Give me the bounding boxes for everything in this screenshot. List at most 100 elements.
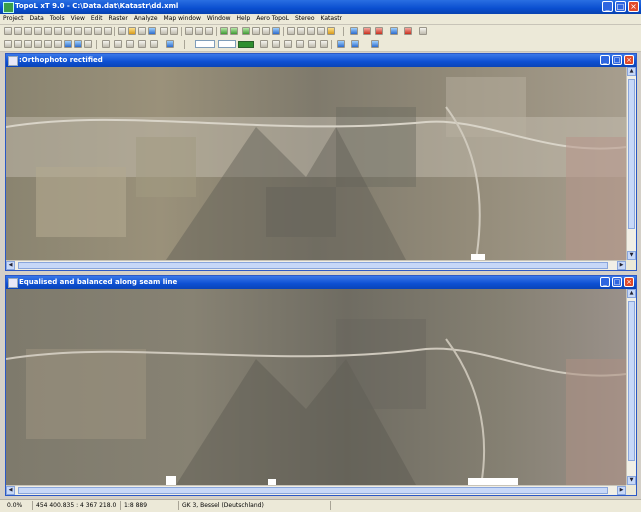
orthophoto-horizontal-scrollbar[interactable]: ◀ ▶ — [6, 260, 626, 270]
filter-icon[interactable] — [262, 27, 270, 35]
zoom-tool-icon[interactable] — [371, 40, 379, 48]
measure-icon[interactable] — [84, 27, 92, 35]
scroll-right-icon[interactable]: ▶ — [617, 486, 626, 495]
raster-tool-icon[interactable] — [220, 27, 228, 35]
mosaic-icon[interactable] — [242, 27, 250, 35]
undo-icon[interactable] — [44, 27, 52, 35]
cut-icon[interactable] — [14, 27, 22, 35]
rotate-icon[interactable] — [230, 27, 238, 35]
menu-project[interactable]: Project — [0, 14, 27, 24]
menu-window[interactable]: Window — [204, 14, 234, 24]
menu-view[interactable]: View — [68, 14, 88, 24]
identify-icon[interactable] — [54, 40, 62, 48]
layout-icon[interactable] — [102, 40, 110, 48]
zoom-extent-icon[interactable] — [34, 40, 42, 48]
equalised-horizontal-scrollbar[interactable]: ◀ ▶ — [6, 485, 626, 495]
color-swatch[interactable] — [238, 41, 254, 48]
save-icon[interactable] — [138, 27, 146, 35]
orthophoto-vertical-scrollbar[interactable]: ▲ ▼ — [626, 67, 636, 260]
overview-icon[interactable] — [337, 40, 345, 48]
close-button[interactable]: × — [624, 277, 634, 287]
minimize-button[interactable]: _ — [600, 55, 610, 65]
open-folder-icon[interactable] — [128, 27, 136, 35]
menu-tools[interactable]: Tools — [47, 14, 68, 24]
line-style-field[interactable] — [218, 40, 236, 48]
symbol-size-field[interactable] — [195, 40, 215, 48]
scroll-up-icon[interactable]: ▲ — [627, 289, 636, 298]
histogram-icon[interactable] — [252, 27, 260, 35]
classify-icon[interactable] — [272, 27, 280, 35]
unlink-icon[interactable] — [317, 27, 325, 35]
vertical-scroll-thumb[interactable] — [628, 79, 635, 229]
export-icon[interactable] — [185, 27, 193, 35]
delete-icon[interactable] — [34, 27, 42, 35]
scroll-down-icon[interactable]: ▼ — [627, 251, 636, 260]
pan-icon[interactable] — [24, 40, 32, 48]
horizontal-scroll-thumb[interactable] — [18, 487, 608, 494]
save-as-icon[interactable] — [148, 27, 156, 35]
close-button[interactable]: × — [628, 1, 639, 12]
snap-icon[interactable] — [297, 27, 305, 35]
zoom-window-icon[interactable] — [44, 40, 52, 48]
scroll-up-icon[interactable]: ▲ — [627, 67, 636, 76]
menu-edit[interactable]: Edit — [88, 14, 106, 24]
equalised-vertical-scrollbar[interactable]: ▲ ▼ — [626, 289, 636, 485]
maximize-button[interactable]: □ — [615, 1, 626, 12]
report-icon[interactable] — [404, 27, 412, 35]
size-grip[interactable] — [626, 485, 636, 495]
menu-map-window[interactable]: Map window — [161, 14, 204, 24]
cascade-icon[interactable] — [150, 40, 158, 48]
menu-stereo[interactable]: Stereo — [292, 14, 318, 24]
pattern-icon[interactable] — [284, 40, 292, 48]
menu-analyze[interactable]: Analyze — [131, 14, 161, 24]
menu-raster[interactable]: Raster — [106, 14, 131, 24]
print-icon[interactable] — [160, 27, 168, 35]
properties-icon[interactable] — [195, 27, 203, 35]
pin-icon[interactable] — [363, 27, 371, 35]
orthophoto-map-view[interactable] — [6, 67, 626, 260]
menu-katastr[interactable]: Katastr — [318, 14, 345, 24]
folder-icon[interactable] — [327, 27, 335, 35]
vector-tool-icon[interactable] — [287, 27, 295, 35]
layer-icon[interactable] — [104, 27, 112, 35]
menu-help[interactable]: Help — [234, 14, 254, 24]
maximize-button[interactable]: □ — [612, 277, 622, 287]
scroll-right-icon[interactable]: ▶ — [617, 261, 626, 270]
flag-icon[interactable] — [375, 27, 383, 35]
select-icon[interactable] — [64, 27, 72, 35]
fill-icon[interactable] — [260, 40, 268, 48]
scroll-left-icon[interactable]: ◀ — [6, 486, 15, 495]
scroll-down-icon[interactable]: ▼ — [627, 476, 636, 485]
print-layout-icon[interactable] — [166, 40, 174, 48]
border-icon[interactable] — [272, 40, 280, 48]
link-icon[interactable] — [307, 27, 315, 35]
symbol-icon[interactable] — [320, 40, 328, 48]
horizontal-scroll-thumb[interactable] — [18, 262, 608, 269]
size-grip[interactable] — [626, 260, 636, 270]
zoom-out-icon[interactable] — [14, 40, 22, 48]
menu-aero-topol[interactable]: Aero TopoL — [253, 14, 292, 24]
attribute-icon[interactable] — [390, 27, 398, 35]
zoom-in-icon[interactable] — [4, 40, 12, 48]
tile-vertical-icon[interactable] — [138, 40, 146, 48]
refresh-icon[interactable] — [64, 40, 72, 48]
legend-icon[interactable] — [114, 40, 122, 48]
close-button[interactable]: × — [624, 55, 634, 65]
vertical-scroll-thumb[interactable] — [628, 301, 635, 461]
info-icon[interactable] — [74, 40, 82, 48]
bookmark-icon[interactable] — [84, 40, 92, 48]
copy-icon[interactable] — [4, 27, 12, 35]
print-preview-icon[interactable] — [170, 27, 178, 35]
menu-data[interactable]: Data — [27, 14, 47, 24]
edit-node-icon[interactable] — [74, 27, 82, 35]
paste-icon[interactable] — [24, 27, 32, 35]
list-icon[interactable] — [205, 27, 213, 35]
minimize-button[interactable]: _ — [602, 1, 613, 12]
window-layout-icon[interactable] — [419, 27, 427, 35]
label-icon[interactable] — [308, 40, 316, 48]
navigator-icon[interactable] — [351, 40, 359, 48]
equalised-map-view[interactable] — [6, 289, 626, 485]
scroll-left-icon[interactable]: ◀ — [6, 261, 15, 270]
tile-horizontal-icon[interactable] — [126, 40, 134, 48]
text-style-icon[interactable] — [296, 40, 304, 48]
